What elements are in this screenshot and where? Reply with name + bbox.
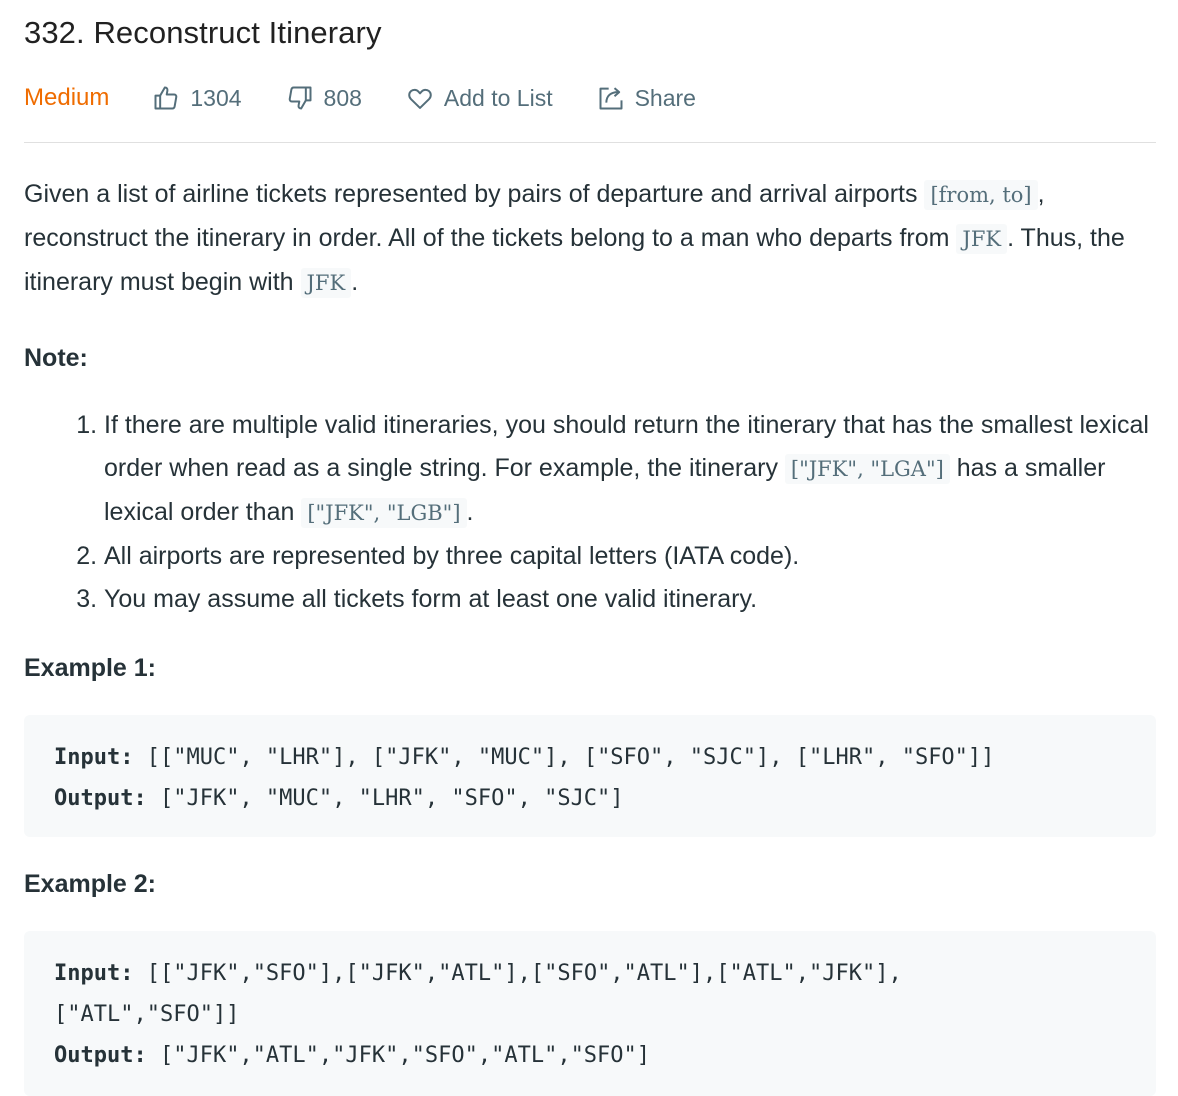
divider [24, 142, 1156, 143]
dislike-button[interactable]: 808 [286, 84, 362, 112]
problem-page: 332. Reconstruct Itinerary Medium 1304 8… [0, 0, 1178, 1096]
description-text: . [351, 268, 359, 296]
output-label: Output: [54, 786, 147, 811]
note-list: If there are multiple valid itineraries,… [24, 404, 1156, 621]
input-value: [["MUC", "LHR"], ["JFK", "MUC"], ["SFO",… [133, 745, 995, 770]
inline-code: JFK [300, 268, 352, 298]
description-text: Given a list of airline tickets represen… [24, 180, 925, 208]
thumbs-down-icon [286, 84, 314, 112]
difficulty-badge: Medium [24, 84, 110, 111]
note-item: You may assume all tickets form at least… [104, 578, 1156, 621]
problem-title: 332. Reconstruct Itinerary [24, 15, 382, 50]
input-label: Input: [54, 745, 134, 770]
note-item: If there are multiple valid itineraries,… [104, 404, 1156, 535]
example-1-heading: Example 1: [24, 654, 157, 682]
output-value: ["JFK", "MUC", "LHR", "SFO", "SJC"] [146, 786, 624, 811]
share-label: Share [634, 85, 696, 111]
example-1-code-block: Input: [["MUC", "LHR"], ["JFK", "MUC"], … [24, 715, 1156, 837]
like-count: 1304 [190, 85, 242, 111]
thumbs-up-icon [152, 84, 180, 112]
input-value-continued: ["ATL","SFO"]] [54, 1002, 240, 1027]
note-text: . [466, 498, 474, 526]
description-paragraph: Given a list of airline tickets represen… [24, 173, 1156, 305]
inline-code: [from, to] [924, 180, 1038, 210]
add-to-list-label: Add to List [443, 85, 553, 111]
note-heading: Note: [24, 344, 88, 372]
input-value: [["JFK","SFO"],["JFK","ATL"],["SFO","ATL… [133, 961, 902, 986]
share-icon [597, 84, 625, 112]
problem-description: Given a list of airline tickets represen… [24, 173, 1156, 305]
example-2-heading: Example 2: [24, 870, 157, 898]
dislike-count: 808 [323, 85, 362, 111]
like-button[interactable]: 1304 [152, 84, 242, 112]
inline-code: JFK [956, 224, 1008, 254]
input-label: Input: [54, 961, 134, 986]
add-to-list-button[interactable]: Add to List [406, 84, 553, 112]
share-button[interactable]: Share [597, 84, 696, 112]
heart-icon [406, 84, 434, 112]
output-value: ["JFK","ATL","JFK","SFO","ATL","SFO"] [146, 1043, 651, 1068]
output-label: Output: [54, 1043, 147, 1068]
example-2-code-block: Input: [["JFK","SFO"],["JFK","ATL"],["SF… [24, 931, 1156, 1096]
inline-code: ["JFK", "LGB"] [301, 498, 467, 528]
problem-meta-bar: Medium 1304 808 Add to List Share [24, 72, 1156, 124]
note-item: All airports are represented by three ca… [104, 535, 1156, 578]
inline-code: ["JFK", "LGA"] [784, 454, 950, 484]
